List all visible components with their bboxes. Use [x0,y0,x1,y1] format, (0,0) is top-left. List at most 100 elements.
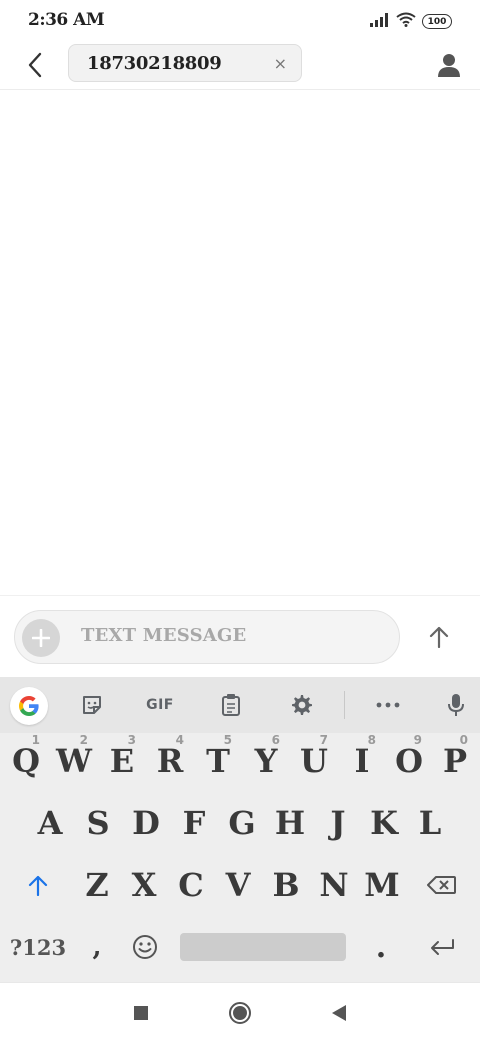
enter-key[interactable] [414,919,470,975]
back-triangle-icon [332,1005,346,1021]
key-label: R [156,742,184,780]
back-button[interactable] [18,48,52,82]
key-label: W [56,742,92,780]
key-hint: 0 [459,733,468,747]
backspace-key[interactable] [414,857,470,913]
key-x[interactable]: X [120,857,168,913]
nav-back-button[interactable] [324,998,354,1028]
key-hint: 4 [175,733,184,747]
arrow-up-icon [429,626,449,648]
battery-icon: 100 [422,14,452,29]
key-label: T [206,742,230,780]
key-label: I [354,742,370,780]
wifi-icon [396,12,416,31]
key-d[interactable]: D [122,795,170,851]
gif-button[interactable]: GIF [142,689,178,721]
key-hint: 1 [31,733,40,747]
key-label: Y [254,742,278,780]
mic-icon [448,694,464,716]
key-l[interactable]: L [406,795,454,851]
key-r[interactable]: R4 [146,733,194,789]
key-k[interactable]: K [360,795,408,851]
close-icon[interactable]: × [274,54,287,73]
shift-icon [28,875,48,896]
key-hint: 2 [79,733,88,747]
key-label: E [109,742,135,780]
keyboard: G I F Q 1 W 2 E 3 R 4 T 5 Y 6 U 7 I 8 O 9 … [0,677,480,982]
key-z[interactable]: Z [74,857,120,913]
message-list [0,91,480,595]
chevron-left-icon [28,52,42,78]
key-h[interactable]: H [266,795,314,851]
key-label: Q [12,742,40,780]
key-row-1: Q1 W2 E3 R4 T5 Y6 U7 I8 O9 P0 [0,733,480,793]
person-icon [438,54,460,77]
key-w[interactable]: W2 [50,733,98,789]
google-icon [19,696,39,716]
gear-icon [292,695,312,715]
settings-button[interactable] [283,689,319,721]
key-c[interactable]: C [168,857,214,913]
status-icons: 100 [370,12,452,31]
key-s[interactable]: S [74,795,122,851]
key-hint: 5 [223,733,232,747]
sticker-icon [83,696,101,714]
status-bar: 2:36 AM 100 [0,0,480,40]
key-u[interactable]: U7 [290,733,338,789]
message-placeholder: TEXT MESSAGE [81,625,247,646]
key-row-2: A S D F G H J K L [0,795,480,855]
recipient-chip[interactable]: 18730218809 × [68,44,302,82]
key-row-4-right: . [0,919,480,979]
period-key[interactable]: . [358,919,404,975]
send-button[interactable] [420,618,458,656]
gif-label: GIF [146,697,174,713]
key-v[interactable]: V [214,857,262,913]
key-i[interactable]: I8 [338,733,386,789]
backspace-icon [427,876,456,894]
shift-key[interactable] [8,857,68,913]
key-g[interactable]: G [218,795,266,851]
home-circle-icon [229,1002,251,1024]
key-e[interactable]: E3 [98,733,146,789]
add-attachment-button[interactable] [22,619,60,657]
voice-input-button[interactable] [438,689,474,721]
google-button[interactable] [10,687,48,725]
recents-square-icon [134,1006,148,1020]
compose-bar: TEXT MESSAGE [0,595,480,677]
system-nav-bar [0,982,480,1040]
more-button[interactable] [370,689,406,721]
key-label: U [300,742,328,780]
recipient-number: 18730218809 [87,52,222,74]
message-input[interactable]: TEXT MESSAGE [14,610,400,664]
key-hint: 3 [127,733,136,747]
recents-button[interactable] [126,998,156,1028]
key-q[interactable]: Q1 [2,733,50,789]
home-button[interactable] [225,998,255,1028]
keyboard-toolbar: GIF [0,677,480,733]
signal-icon [370,12,390,31]
clipboard-button[interactable] [213,689,249,721]
key-hint: 7 [319,733,328,747]
sticker-button[interactable] [74,689,110,721]
more-icon [376,702,400,708]
clipboard-icon [222,694,240,716]
key-a[interactable]: A [26,795,74,851]
key-hint: 8 [367,733,376,747]
key-o[interactable]: O9 [386,733,432,789]
key-m[interactable]: M [356,857,408,913]
key-b[interactable]: B [262,857,310,913]
key-hint: 9 [413,733,422,747]
key-f[interactable]: F [170,795,218,851]
key-t[interactable]: T5 [194,733,242,789]
key-label: P [442,742,468,780]
conversation-header: 18730218809 × [0,40,480,90]
status-time: 2:36 AM [28,10,105,30]
enter-icon [431,939,454,955]
key-y[interactable]: Y6 [242,733,290,789]
key-hint: 6 [271,733,280,747]
key-j[interactable]: J [314,795,362,851]
key-p[interactable]: P0 [432,733,478,789]
contact-button[interactable] [432,48,466,82]
key-label: O [395,742,423,780]
key-n[interactable]: N [310,857,358,913]
